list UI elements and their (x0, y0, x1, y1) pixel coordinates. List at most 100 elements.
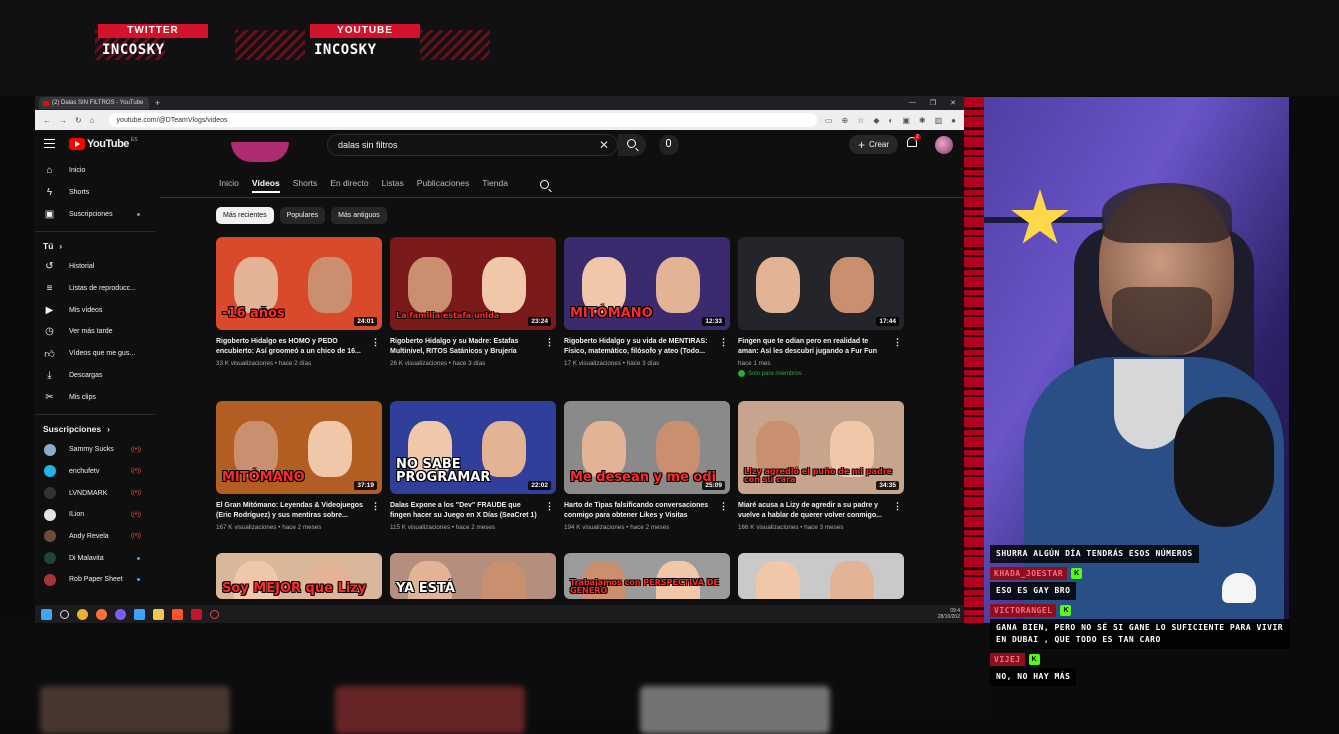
sidebar-subscriptions-heading[interactable]: Suscripciones › (35, 419, 155, 439)
chip-mas-recientes[interactable]: Más recientes (216, 207, 274, 224)
sidebar-item-descargas[interactable]: ⤓ Descargas (35, 365, 155, 387)
tab-tienda[interactable]: Tienda (482, 178, 508, 188)
sidebar-subscription-item[interactable]: LVNDMARK ((•)) (35, 482, 155, 504)
tab-shorts[interactable]: Shorts (293, 178, 318, 188)
sidebar-item-suscripciones[interactable]: ▣ Suscripciones (35, 203, 155, 225)
video-title[interactable]: Harto de Tipas falsificando conversacion… (564, 501, 730, 521)
cast-icon[interactable]: ▭ (825, 116, 833, 125)
sidebar-subscription-item[interactable]: enchufetv ((•)) (35, 461, 155, 483)
video-title[interactable]: Rigoberto Hidalgo y su vida de MENTIRAS:… (564, 337, 730, 357)
video-card[interactable]: Soy MEJOR que Lizy (216, 553, 382, 599)
video-card[interactable]: 17:44 Fingen que te odian pero en realida… (738, 237, 904, 377)
video-title[interactable]: Miaré acusa a Lizy de agredir a su padre… (738, 501, 904, 521)
video-title[interactable]: Dalas Expone a los "Dev" FRAUDE que fing… (390, 501, 556, 521)
hamburger-menu-icon[interactable] (44, 139, 55, 148)
maximize-button[interactable]: ❐ (930, 99, 936, 107)
video-thumbnail[interactable]: Me desean y me odi 25:09 (564, 401, 730, 494)
video-card[interactable]: Trabajamos con PERSPECTIVA DE GÉNERO (564, 553, 730, 599)
video-thumbnail[interactable]: Soy MEJOR que Lizy (216, 553, 382, 599)
youtube-logo[interactable]: YouTube ES (69, 137, 138, 150)
sidebar-subscription-item[interactable]: Di Malavita (35, 547, 155, 569)
sidebar-item-ver-mas-tarde[interactable]: ◷ Ver más tarde (35, 321, 155, 343)
notifications-bell-icon[interactable]: 2 (907, 134, 921, 151)
more-actions-icon[interactable]: ⋮ (719, 337, 728, 348)
create-button[interactable]: + Crear (849, 135, 899, 154)
app-icon[interactable] (210, 609, 219, 619)
video-thumbnail[interactable]: YA ESTÁ (390, 553, 556, 599)
new-tab-button[interactable]: + (155, 98, 160, 108)
sidebar-item-listas[interactable]: ≡ Listas de reproducc... (35, 278, 155, 300)
sidebar-subscription-item[interactable]: Rob Paper Sheet (35, 569, 155, 591)
video-thumbnail[interactable]: 17:44 (738, 237, 904, 330)
more-actions-icon[interactable]: ⋮ (893, 337, 902, 348)
sidebar-you-heading[interactable]: Tú › (35, 236, 155, 256)
channel-search-icon[interactable] (540, 180, 549, 189)
video-thumbnail[interactable] (738, 553, 904, 599)
sidebar-subscription-item[interactable]: Andy Revela ((•)) (35, 526, 155, 548)
reload-icon[interactable]: ↻ (75, 116, 82, 125)
more-actions-icon[interactable]: ⋮ (371, 501, 380, 512)
more-actions-icon[interactable]: ⋮ (893, 501, 902, 512)
back-icon[interactable]: ← (43, 116, 51, 125)
video-title[interactable]: Rigoberto Hidalgo y su Madre: Estafas Mu… (390, 337, 556, 357)
video-thumbnail[interactable]: -16 años 24:01 (216, 237, 382, 330)
taskbar-clock[interactable]: 09:4 28/10/202 (938, 608, 964, 620)
video-title[interactable]: Rigoberto Hidalgo es HOMO y PEDO encubie… (216, 337, 382, 357)
more-actions-icon[interactable]: ⋮ (371, 337, 380, 348)
video-thumbnail[interactable]: Trabajamos con PERSPECTIVA DE GÉNERO (564, 553, 730, 599)
extension-icon[interactable]: ◐ (888, 116, 893, 125)
tab-en-directo[interactable]: En directo (330, 178, 368, 188)
sidebar-item-mis-clips[interactable]: ✂ Mis clips (35, 386, 155, 408)
clear-search-icon[interactable]: ✕ (599, 138, 609, 152)
video-title[interactable]: El Gran Mitómano: Leyendas & Videojuegos… (216, 501, 382, 521)
sidebar-icon[interactable]: ▥ (935, 116, 943, 125)
extension-icon[interactable]: ◆ (873, 116, 879, 125)
url-field[interactable]: youtube.com/@DTeamVlogs/videos (108, 113, 817, 127)
video-card[interactable]: -16 años 24:01 Rigoberto Hidalgo es HOMO y… (216, 237, 382, 367)
tab-inicio[interactable]: Inicio (219, 178, 239, 188)
bookmark-star-icon[interactable]: ☆ (857, 116, 864, 125)
zoom-icon[interactable]: ⊕ (841, 116, 848, 125)
video-thumbnail[interactable]: MITÓMANO 37:19 (216, 401, 382, 494)
tab-publicaciones[interactable]: Publicaciones (417, 178, 469, 188)
search-input[interactable]: dalas sin filtros ✕ (327, 134, 618, 156)
video-card[interactable]: MITÓMANO 12:33 Rigoberto Hidalgo y su vida… (564, 237, 730, 367)
video-card[interactable]: Me desean y me odi 25:09 Harto de Tipas fa… (564, 401, 730, 531)
tab-vídeos[interactable]: Vídeos (251, 178, 280, 193)
sidebar-item-inicio[interactable]: ⌂ Inicio (35, 160, 155, 182)
video-thumbnail[interactable]: MITÓMANO 12:33 (564, 237, 730, 330)
video-card[interactable]: YA ESTÁ (390, 553, 556, 599)
profile-icon[interactable]: ● (951, 116, 956, 125)
video-title[interactable]: Fingen que te odian pero en realidad te … (738, 337, 904, 357)
app-icon[interactable] (115, 608, 126, 620)
video-card[interactable] (738, 553, 904, 599)
home-icon[interactable]: ⌂ (90, 116, 95, 125)
tab-listas[interactable]: Listas (382, 178, 404, 188)
chip-populares[interactable]: Populares (279, 207, 326, 224)
sidebar-item-liked[interactable]: 👍︎ Vídeos que me gus... (35, 343, 155, 365)
search-button[interactable] (618, 134, 646, 156)
account-avatar[interactable] (935, 136, 953, 154)
close-window-button[interactable]: ✕ (950, 99, 956, 107)
video-thumbnail[interactable]: NO SABE PROGRAMAR 22:02 (390, 401, 556, 494)
extension-icon[interactable]: ▣ (902, 116, 910, 125)
firefox-icon[interactable] (96, 608, 107, 620)
video-card[interactable]: NO SABE PROGRAMAR 22:02 Dalas Expone a los… (390, 401, 556, 531)
file-explorer-icon[interactable] (153, 608, 164, 620)
video-thumbnail[interactable]: Lizy agredió el puño de mi padre con su … (738, 401, 904, 494)
chrome-icon[interactable] (77, 608, 88, 620)
video-card[interactable]: MITÓMANO 37:19 El Gran Mitómano: Leyendas … (216, 401, 382, 531)
video-thumbnail[interactable]: La familia estafa unida 23:24 (390, 237, 556, 330)
forward-icon[interactable]: → (59, 116, 67, 125)
more-actions-icon[interactable]: ⋮ (719, 501, 728, 512)
brave-icon[interactable] (172, 608, 183, 620)
browser-tab[interactable]: (2) Dalas SIN FILTROS - YouTube (39, 97, 149, 109)
more-actions-icon[interactable]: ⋮ (545, 501, 554, 512)
windows-start-icon[interactable] (41, 608, 52, 620)
sidebar-subscription-item[interactable]: ILion ((•)) (35, 504, 155, 526)
puzzle-icon[interactable]: ✱ (919, 116, 926, 125)
sidebar-item-mis-videos[interactable]: ▶ Mis vídeos (35, 299, 155, 321)
sidebar-subscription-item[interactable]: Sammy Sucks ((•)) (35, 439, 155, 461)
video-card[interactable]: La familia estafa unida 23:24 Rigoberto Hi… (390, 237, 556, 367)
search-icon[interactable] (60, 609, 69, 619)
